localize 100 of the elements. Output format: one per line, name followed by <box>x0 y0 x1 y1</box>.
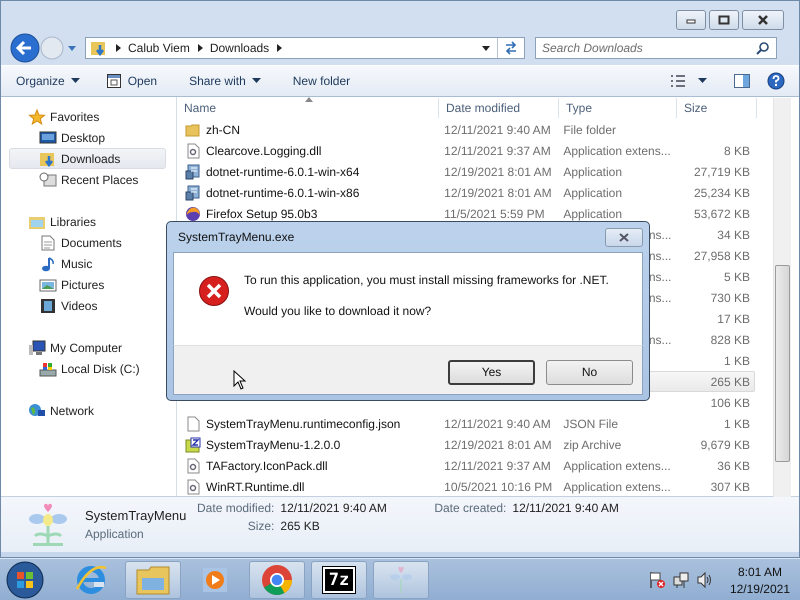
back-button[interactable] <box>9 32 41 64</box>
archiver-logo: 7z <box>322 567 356 593</box>
sidebar-item[interactable]: Desktop <box>9 127 166 148</box>
sidebar-heading[interactable]: Libraries <box>1 211 176 232</box>
archive-icon <box>185 436 201 452</box>
toolbar-button[interactable]: New folder <box>286 71 358 91</box>
dialog-title: SystemTrayMenu.exe <box>177 230 294 244</box>
file-name: dotnet-runtime-6.0.1-win-x64 <box>206 164 360 178</box>
address-bar[interactable]: Calub Viem Downloads <box>85 37 525 59</box>
file-row[interactable]: Clearcove.Logging.dll 12/11/2021 9:37 AM Application extens... 8 KB <box>177 140 755 161</box>
sidebar-item[interactable]: Pictures <box>9 274 166 295</box>
file-row[interactable]: Firefox Setup 95.0b3 11/5/2021 5:59 PM Application 53,672 KB <box>177 203 755 224</box>
column-header[interactable]: Type <box>559 98 677 118</box>
type-text: Application <box>563 164 622 178</box>
mouse-cursor-icon <box>233 370 247 390</box>
size-text: 53,672 KB <box>694 206 750 220</box>
date-text: 12/11/2021 9:37 AM <box>444 144 551 158</box>
date-text: 11/5/2021 5:59 PM <box>444 206 545 220</box>
scrollbar-thumb[interactable] <box>775 265 790 462</box>
music-note-icon <box>39 256 57 272</box>
volume-icon[interactable] <box>696 571 714 589</box>
file-row[interactable]: WinRT.Runtime.dll 10/5/2021 10:16 PM Application extens... 307 KB <box>177 476 755 497</box>
type-text: JSON File <box>563 416 618 430</box>
sidebar-item[interactable]: Music <box>9 253 166 274</box>
file-row[interactable]: zh-CN 12/11/2021 9:40 AM File folder <box>177 119 755 140</box>
file-row[interactable]: SystemTrayMenu.runtimeconfig.json 12/11/2021 9:40 AM JSON File 1 KB <box>177 413 755 434</box>
preview-pane-icon[interactable] <box>733 73 751 89</box>
sidebar-item[interactable]: Recent Places <box>9 169 166 190</box>
breadcrumb[interactable]: Calub Viem <box>128 41 190 55</box>
yes-button[interactable]: Yes <box>448 360 535 384</box>
scrollbar[interactable] <box>773 98 791 497</box>
breadcrumb[interactable]: Downloads <box>210 41 270 55</box>
date-text: 12/19/2021 8:01 AM <box>444 186 552 200</box>
installer-icon <box>185 184 201 200</box>
size-text: 27,719 KB <box>694 164 750 178</box>
close-button[interactable] <box>605 228 643 246</box>
sidebar-item[interactable]: Downloads <box>9 148 166 169</box>
type-text: Application <box>563 186 622 200</box>
e-logo-icon <box>74 563 108 597</box>
view-list-icon[interactable] <box>670 74 688 88</box>
minimize-button[interactable] <box>676 10 706 30</box>
search-field[interactable]: Search Downloads <box>540 40 756 56</box>
size-text: 265 KB <box>710 374 750 388</box>
type-text: Application extens... <box>563 144 671 158</box>
file-name: WinRT.Runtime.dll <box>206 480 304 494</box>
chevron-icon <box>114 43 122 53</box>
date-text: 12/11/2021 9:37 AM <box>444 458 551 472</box>
file-name: SystemTrayMenu-1.2.0.0 <box>206 438 340 452</box>
close-icon <box>618 232 630 242</box>
document-icon <box>185 416 201 432</box>
size-text: 25,234 KB <box>694 186 750 200</box>
sidebar-heading[interactable]: My Computer <box>1 337 176 358</box>
date-text: 12/11/2021 9:40 AM <box>444 122 551 136</box>
file-row[interactable]: TAFactory.IconPack.dll 12/11/2021 9:37 AM Application extens... 36 KB <box>177 455 755 476</box>
folder-icon <box>135 564 171 596</box>
start-button[interactable] <box>5 560 45 600</box>
property-label: Date modified: <box>196 500 274 514</box>
taskbar-chrome-button[interactable] <box>249 561 305 599</box>
search-icon <box>756 41 770 55</box>
network-icon[interactable] <box>672 571 690 589</box>
drive-icon <box>39 360 57 376</box>
date-text: 12/19/2021 8:01 AM <box>444 164 552 178</box>
size-text: 8 KB <box>724 144 750 158</box>
toolbar-button[interactable]: Open <box>98 70 164 92</box>
star-icon <box>28 108 46 124</box>
maximize-icon <box>718 15 730 25</box>
search-box[interactable]: Search Downloads <box>535 37 777 59</box>
size-text: 1 KB <box>724 416 750 430</box>
file-row[interactable]: dotnet-runtime-6.0.1-win-x86 12/19/2021 8:01 AM Application 25,234 KB <box>177 182 755 203</box>
flag-warning-icon[interactable] <box>648 571 666 589</box>
file-row[interactable]: SystemTrayMenu-1.2.0.0 12/19/2021 8:01 AM zip Archive 9,679 KB <box>177 434 755 455</box>
maximize-button[interactable] <box>709 10 739 30</box>
caret-icon[interactable] <box>698 78 707 84</box>
close-button[interactable] <box>742 10 784 30</box>
menu-button[interactable]: Share with <box>182 71 268 91</box>
column-header[interactable]: Date modified <box>439 98 559 118</box>
taskbar-archiver-button[interactable]: 7z <box>311 561 367 599</box>
file-row[interactable]: dotnet-runtime-6.0.1-win-x64 12/19/2021 8:01 AM Application 27,719 KB <box>177 161 755 182</box>
sidebar-item[interactable]: Videos <box>9 295 166 316</box>
sidebar-item[interactable]: Documents <box>9 232 166 253</box>
sidebar-item[interactable]: Local Disk (C:) <box>9 358 166 379</box>
sidebar-heading[interactable]: Favorites <box>1 106 176 127</box>
file-type: Application <box>85 527 145 541</box>
picture-icon <box>39 276 57 292</box>
sidebar-heading[interactable]: Network <box>1 400 176 421</box>
file-name: SystemTrayMenu.runtimeconfig.json <box>206 416 400 430</box>
type-text: File folder <box>563 122 616 136</box>
chevron-icon <box>196 43 204 53</box>
type-text: zip Archive <box>563 438 622 452</box>
dropdown-caret-icon[interactable] <box>481 44 491 52</box>
column-header[interactable]: Size <box>677 98 757 118</box>
help-icon[interactable] <box>767 72 785 90</box>
size-text: 828 KB <box>710 332 750 346</box>
size-text: 34 KB <box>717 228 750 242</box>
no-button[interactable]: No <box>546 360 633 384</box>
history-caret-icon[interactable] <box>67 43 77 53</box>
type-text: Application <box>563 206 622 220</box>
property-value: 265 KB <box>280 518 321 532</box>
clock[interactable]: 8:01 AM 12/19/2021 <box>730 564 790 596</box>
menu-button[interactable]: Organize <box>6 71 87 91</box>
